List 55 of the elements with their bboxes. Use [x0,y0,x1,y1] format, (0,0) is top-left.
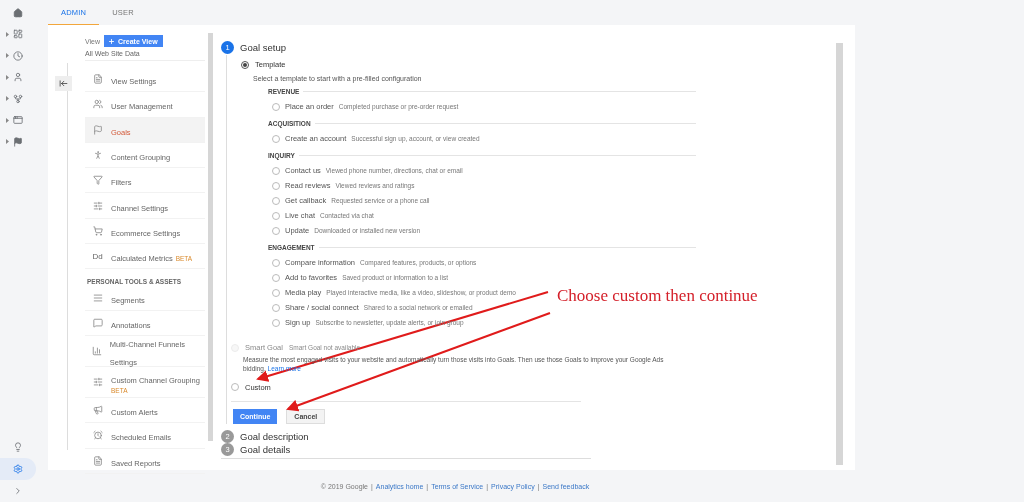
plus-icon [108,37,116,45]
sliders-icon [92,200,103,211]
document-icon [92,74,103,85]
radio-button[interactable] [272,196,280,205]
back-button[interactable] [54,76,72,91]
radio-button[interactable] [272,288,280,297]
flag-icon [92,124,103,135]
figure-icon [92,150,103,161]
radio-button[interactable] [272,258,280,267]
annotation-text: Choose custom then continue [557,286,758,306]
expand-caret-icon[interactable] [6,96,9,101]
chevron-right-icon[interactable] [13,486,23,496]
people-icon [92,99,103,110]
cart-icon [92,225,103,236]
rail-button[interactable] [0,458,36,480]
sliders-icon [92,376,103,387]
step-title: Goal details [240,443,291,455]
megaphone-icon [92,405,103,416]
expand-caret-icon[interactable] [6,74,9,80]
flag-icon[interactable] [13,136,23,147]
radio-button[interactable] [272,318,280,327]
back-arrow-icon [58,79,68,88]
expand-caret-icon[interactable] [6,117,9,123]
step-title: Goal setup [240,42,286,53]
radio-button[interactable] [241,60,249,69]
radio-button[interactable] [272,134,280,143]
expand-caret-icon[interactable] [6,31,9,37]
radio-button[interactable] [272,102,280,111]
bar-chart-icon [91,345,102,356]
person-icon[interactable] [13,72,23,83]
lightbulb-icon[interactable] [13,442,23,452]
document-icon [92,455,103,466]
dashboard-icon[interactable] [13,29,23,40]
radio-button[interactable] [272,166,280,175]
comment-icon [92,317,103,328]
lines-icon [92,292,103,303]
alarm-clock-icon [92,430,103,441]
metrics-icon: Dd [92,251,103,261]
expand-caret-icon[interactable] [6,139,9,144]
radio-button[interactable] [272,211,280,220]
clock-icon[interactable] [13,50,23,61]
radio-button[interactable] [272,226,280,235]
scrollbar[interactable] [836,43,843,465]
window-icon[interactable] [13,115,23,126]
radio-button[interactable] [231,383,239,392]
step-title: Goal description [240,430,309,442]
home-icon[interactable] [13,7,23,18]
radio-button[interactable] [272,303,280,312]
radio-button[interactable] [272,181,280,190]
filter-icon [92,175,103,186]
expand-caret-icon[interactable] [6,53,9,58]
settings-icon[interactable] [13,464,23,474]
radio-button[interactable] [272,273,280,282]
scrollbar[interactable] [208,33,213,441]
branch-icon[interactable] [13,93,23,104]
